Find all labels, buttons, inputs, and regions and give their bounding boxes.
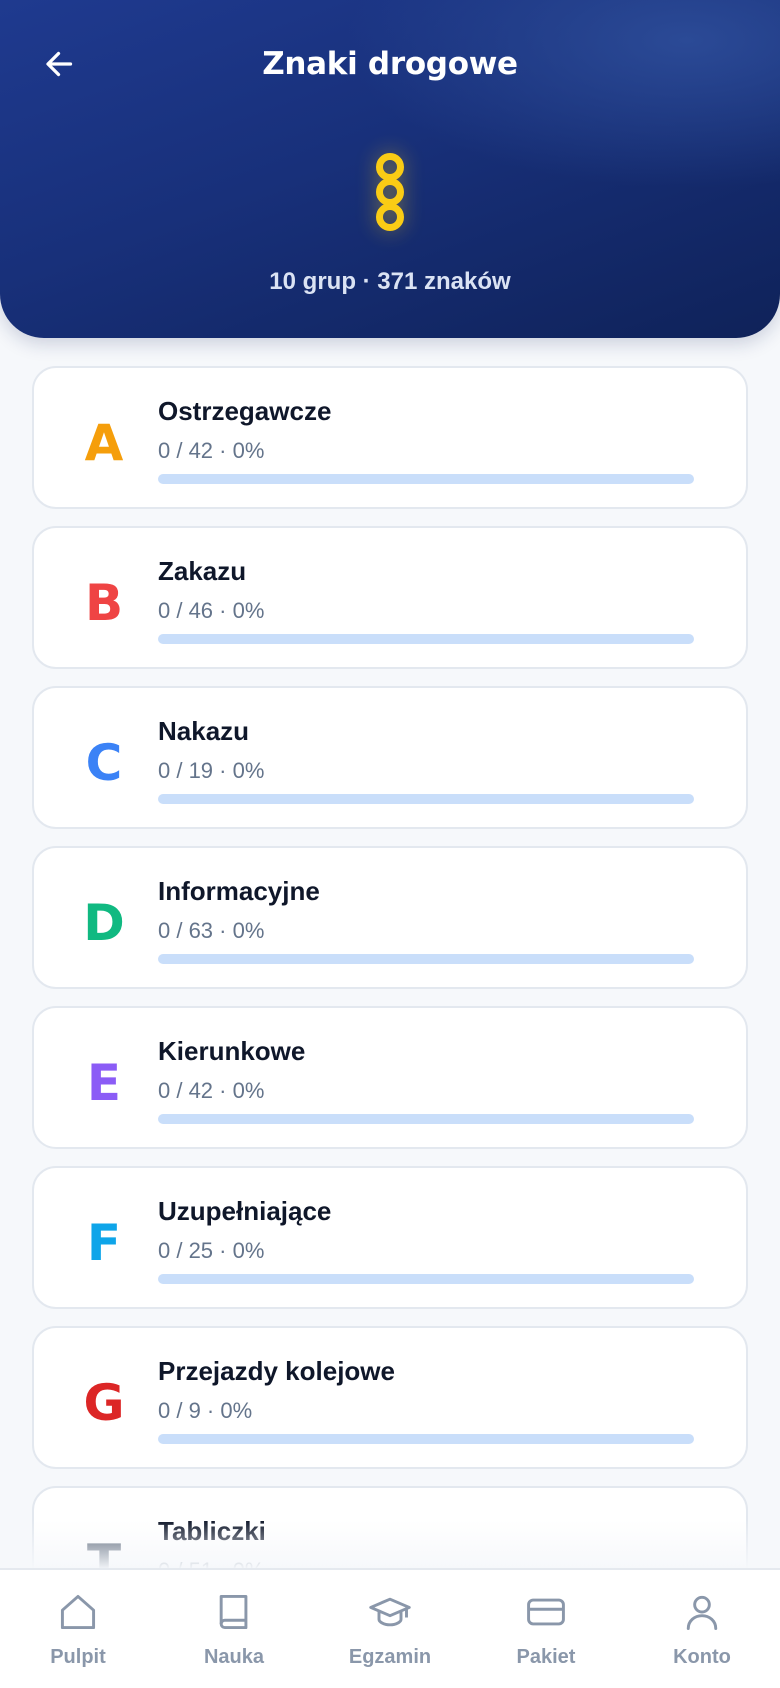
- group-card-c[interactable]: C Nakazu 0 / 19 · 0%: [32, 686, 748, 829]
- group-progress-text: 0 / 46 · 0%: [158, 598, 265, 623]
- nav-item-konto[interactable]: Konto: [624, 1570, 780, 1688]
- nav-label: Pulpit: [50, 1646, 106, 1668]
- group-name: Ostrzegawcze: [158, 396, 332, 426]
- chain-links-icon: [376, 153, 404, 231]
- group-name: Uzupełniające: [158, 1196, 332, 1226]
- groups-summary: 10 grup · 371 znaków: [269, 268, 511, 295]
- group-name: Tabliczki: [158, 1516, 266, 1546]
- nav-label: Nauka: [203, 1646, 265, 1668]
- group-name: Zakazu: [158, 556, 247, 586]
- group-progress-bar: [158, 474, 694, 484]
- sign-group-list: A Ostrzegawcze 0 / 42 · 0% B Zakazu 0 / …: [32, 366, 748, 1646]
- group-card-b[interactable]: B Zakazu 0 / 46 · 0%: [32, 526, 748, 669]
- group-progress-bar: [158, 634, 694, 644]
- home-icon: [60, 1594, 96, 1630]
- group-name: Kierunkowe: [158, 1036, 306, 1066]
- group-progress-bar: [158, 1274, 694, 1284]
- group-name: Przejazdy kolejowe: [158, 1356, 395, 1386]
- group-progress-text: 0 / 42 · 0%: [158, 1078, 265, 1103]
- nav-label: Konto: [673, 1646, 731, 1668]
- book-icon: [219, 1594, 248, 1630]
- group-progress-bar: [158, 1114, 694, 1124]
- nav-item-egzamin[interactable]: Egzamin: [312, 1570, 468, 1688]
- nav-item-nauka[interactable]: Nauka: [156, 1570, 312, 1688]
- nav-item-pulpit[interactable]: Pulpit: [0, 1570, 156, 1688]
- group-card-d[interactable]: D Informacyjne 0 / 63 · 0%: [32, 846, 748, 989]
- group-letter: D: [83, 894, 125, 952]
- group-progress-text: 0 / 63 · 0%: [158, 918, 265, 943]
- bottom-navigation: Pulpit Nauka Egzamin Pakiet Konto: [0, 1568, 780, 1688]
- page-title: Znaki drogowe: [262, 46, 518, 82]
- group-progress-bar: [158, 954, 694, 964]
- nav-label: Egzamin: [348, 1646, 432, 1668]
- group-card-a[interactable]: A Ostrzegawcze 0 / 42 · 0%: [32, 366, 748, 509]
- nav-item-pakiet[interactable]: Pakiet: [468, 1570, 624, 1688]
- group-card-f[interactable]: F Uzupełniające 0 / 25 · 0%: [32, 1166, 748, 1309]
- user-icon: [686, 1595, 718, 1630]
- group-progress-text: 0 / 25 · 0%: [158, 1238, 265, 1263]
- group-progress-text: 0 / 19 · 0%: [158, 758, 265, 783]
- group-letter: C: [85, 734, 123, 792]
- group-progress-text: 0 / 9 · 0%: [158, 1398, 253, 1423]
- graduation-cap-icon: [369, 1597, 411, 1627]
- nav-label: Pakiet: [516, 1646, 576, 1668]
- group-card-e[interactable]: E Kierunkowe 0 / 42 · 0%: [32, 1006, 748, 1149]
- group-progress-text: 0 / 42 · 0%: [158, 438, 265, 463]
- group-name: Informacyjne: [158, 876, 320, 906]
- group-card-g[interactable]: G Przejazdy kolejowe 0 / 9 · 0%: [32, 1326, 748, 1469]
- group-letter: G: [83, 1374, 125, 1432]
- group-letter: F: [86, 1214, 122, 1272]
- page-header: Znaki drogowe 10 grup · 371 znaków: [0, 0, 780, 338]
- group-name: Nakazu: [158, 716, 250, 746]
- group-letter: B: [84, 574, 124, 632]
- group-progress-bar: [158, 1434, 694, 1444]
- group-progress-bar: [158, 794, 694, 804]
- card-icon: [527, 1598, 565, 1626]
- group-letter: E: [86, 1054, 122, 1112]
- group-letter: A: [84, 414, 124, 472]
